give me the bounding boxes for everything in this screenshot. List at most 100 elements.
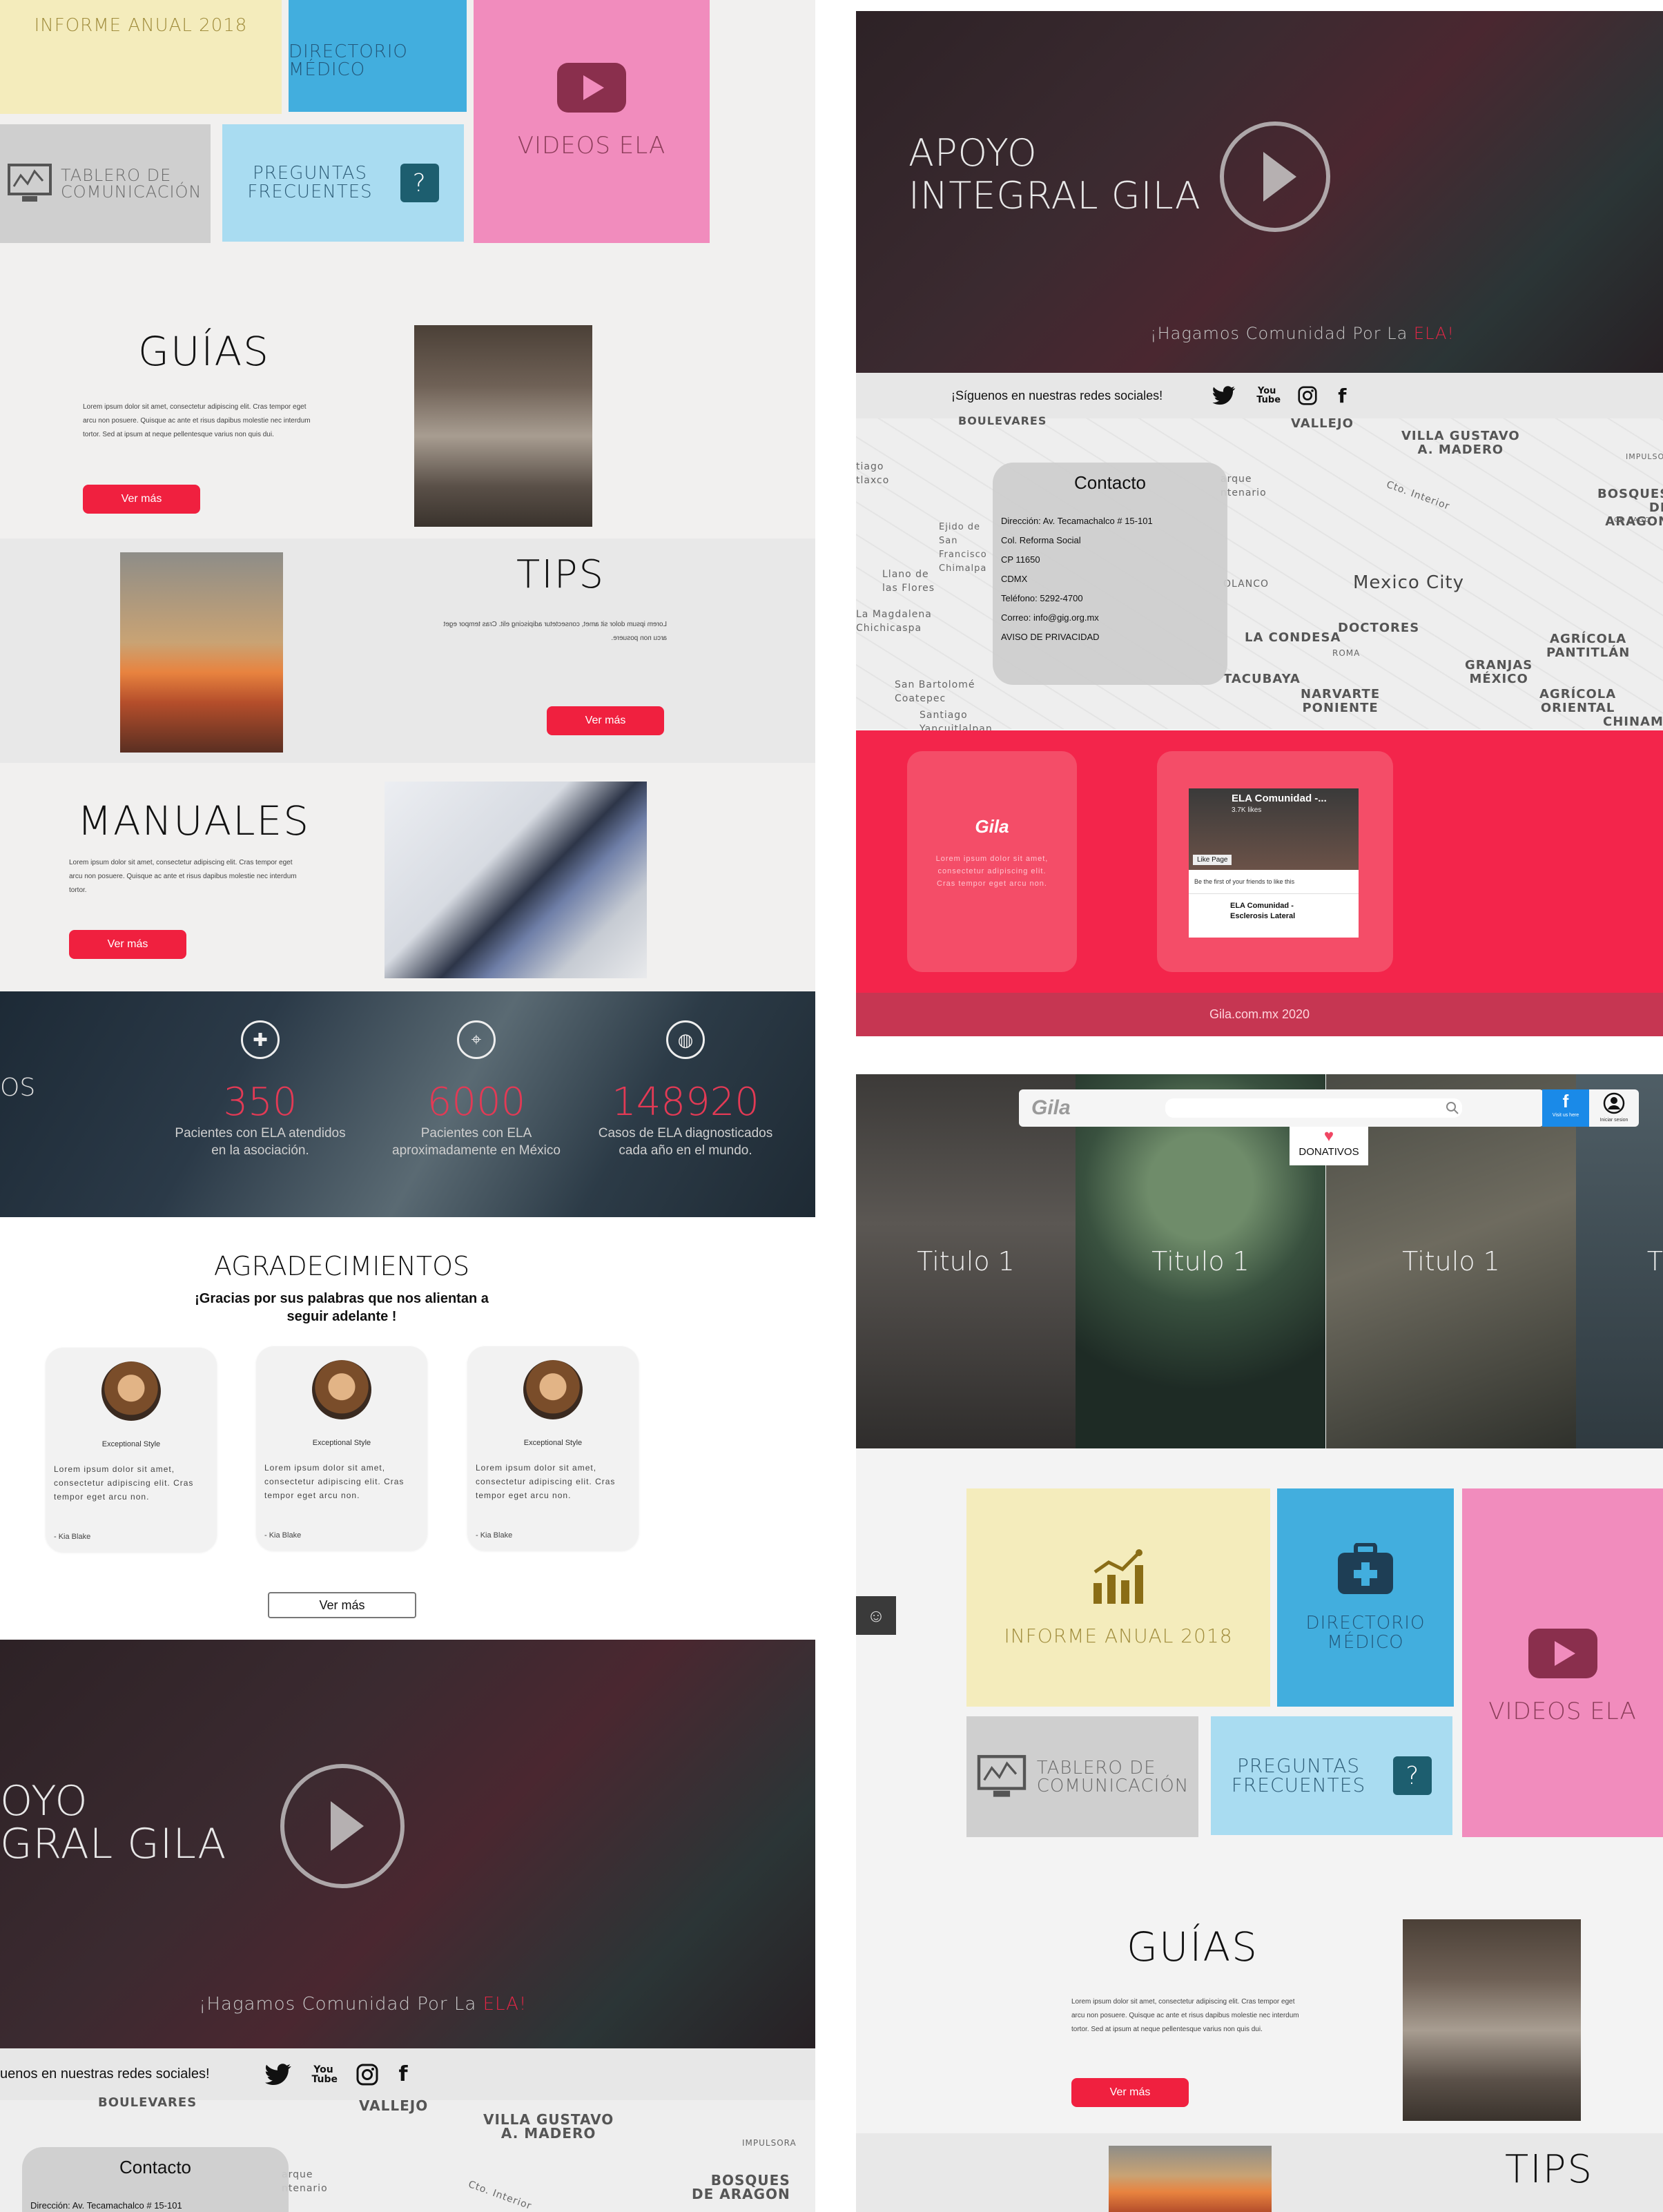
- left-page-panel: INFORME ANUAL 2018 DIRECTORIO MÉDICO VID…: [0, 0, 815, 2212]
- testimonial-author: - Kia Blake: [54, 1533, 91, 1541]
- search-icon[interactable]: [1446, 1101, 1459, 1115]
- twitter-icon[interactable]: [264, 2063, 291, 2086]
- videos-ela-label: VIDEOS ELA: [1488, 1697, 1637, 1725]
- tablero-label-line1: TABLERO DE: [1036, 1757, 1156, 1778]
- map-label: IMPULSORA: [1626, 452, 1663, 461]
- facebook-icon[interactable]: f: [1338, 385, 1346, 407]
- donativos-label: DONATIVOS: [1299, 1146, 1359, 1158]
- guias-text: Lorem ipsum dolor sit amet, consectetur …: [1071, 1998, 1299, 2033]
- twitter-icon[interactable]: [1212, 386, 1236, 405]
- gila-logo: Gila: [975, 816, 1009, 837]
- accessibility-robot-icon[interactable]: ☺: [856, 1596, 896, 1635]
- testimonial-author: - Kia Blake: [476, 1531, 513, 1540]
- informe-anual-label: INFORME ANUAL 2018: [34, 15, 248, 36]
- tablero-comunicacion-tile[interactable]: TABLERO DE COMUNICACIÓN: [0, 124, 211, 243]
- privacy-link[interactable]: AVISO DE PRIVACIDAD: [1001, 628, 1219, 647]
- guias-ver-mas-button[interactable]: Ver más: [83, 485, 200, 514]
- map-label: La Magdalena Chichicaspa: [856, 609, 932, 634]
- instagram-icon[interactable]: [356, 2064, 378, 2086]
- monitor-chart-icon: [8, 164, 52, 202]
- footer-about-card: Gila Lorem ipsum dolor sit amet, consect…: [907, 751, 1077, 972]
- testimonial-card: Exceptional Style Lorem ipsum dolor sit …: [46, 1348, 217, 1552]
- contact-email[interactable]: Correo: info@gig.org.mx: [1001, 608, 1219, 628]
- testimonial-name: Exceptional Style: [523, 1439, 583, 1447]
- map-label: CHINAM: [1603, 715, 1663, 729]
- question-icon: ?: [400, 164, 439, 202]
- site-header: Gila: [1019, 1089, 1544, 1127]
- videos-ela-tile[interactable]: VIDEOS ELA: [1462, 1488, 1663, 1837]
- youtube-icon[interactable]: You Tube: [1256, 387, 1281, 405]
- user-login-button[interactable]: Iniciar sesion: [1589, 1089, 1639, 1127]
- testimonial-card: Exceptional Style Lorem ipsum dolor sit …: [467, 1346, 639, 1551]
- guias-ver-mas-button[interactable]: Ver más: [1071, 2078, 1189, 2107]
- preguntas-frecuentes-tile[interactable]: PREGUNTAS FRECUENTES ?: [1211, 1716, 1452, 1835]
- globe-icon: ◍: [666, 1020, 705, 1059]
- instagram-icon[interactable]: [1298, 386, 1317, 405]
- guias-title: GUÍAS: [138, 328, 270, 375]
- directorio-label-line2: MÉDICO: [289, 59, 366, 80]
- tablero-comunicacion-tile[interactable]: TABLERO DE COMUNICACIÓN: [966, 1716, 1198, 1837]
- agradecimientos-title: AGRADECIMIENTOS: [213, 1251, 470, 1281]
- testimonial-text: Lorem ipsum dolor sit amet, consectetur …: [476, 1463, 616, 1500]
- map-label: DOCTORES: [1338, 621, 1420, 635]
- contact-title: Contacto: [119, 2157, 192, 2177]
- preguntas-label-line2: FRECUENTES: [247, 182, 373, 202]
- map-label: GRANJAS MÉXICO: [1465, 658, 1533, 686]
- tips-ver-mas-button[interactable]: Ver más: [547, 706, 664, 735]
- carousel-slide[interactable]: Titulo 1: [1076, 1074, 1325, 1448]
- avatar: [312, 1360, 371, 1419]
- videos-ela-label: VIDEOS ELA: [517, 132, 666, 159]
- videos-ela-tile[interactable]: VIDEOS ELA: [474, 0, 710, 243]
- right-top-panel: APOYO INTEGRAL GILA ¡Hagamos Comunidad P…: [856, 11, 1663, 1036]
- stats-cut-label: OS: [0, 1074, 36, 1102]
- search-input[interactable]: [1165, 1098, 1462, 1118]
- map-label: arque ntenario: [282, 2169, 328, 2194]
- facebook-header-button[interactable]: f Visit us here: [1542, 1089, 1589, 1127]
- facebook-caption: Visit us here: [1552, 1113, 1579, 1118]
- stat-pacientes-atendidos: ✚ 350 Pacientes con ELA atendidos en la a…: [160, 1020, 360, 1159]
- map-label: San Bartolomé Coatepec: [895, 679, 975, 704]
- stat-label: Pacientes con ELA atendidos en la asociac…: [175, 1126, 346, 1158]
- informe-anual-tile[interactable]: INFORME ANUAL 2018: [966, 1488, 1270, 1707]
- map-label: LA CONDESA: [1245, 630, 1341, 645]
- map-label: BOSQUESDE ARAGON: [692, 2172, 790, 2202]
- play-icon[interactable]: [1220, 122, 1330, 232]
- apoyo-integral-title: APOYO INTEGRAL GILA: [908, 131, 1201, 217]
- directorio-label-line2: MÉDICO: [1327, 1632, 1404, 1653]
- youtube-icon[interactable]: You Tube: [312, 2065, 338, 2084]
- map-label: VILLA GUSTAVO A. MADERO: [483, 2111, 614, 2142]
- map-label: IMPULSORA: [742, 2138, 797, 2148]
- informe-anual-label: INFORME ANUAL 2018: [1004, 1624, 1233, 1647]
- directorio-medico-tile[interactable]: DIRECTORIO MÉDICO: [1277, 1488, 1454, 1707]
- carousel-slide[interactable]: Titulo 1: [856, 1074, 1076, 1448]
- map-label: ROMA: [1332, 648, 1361, 658]
- bar-chart-icon: [1093, 1549, 1143, 1604]
- facebook-widget[interactable]: ELA Comunidad -... 3.7K likes Like Page …: [1189, 788, 1359, 938]
- preguntas-frecuentes-tile[interactable]: PREGUNTAS FRECUENTES ?: [222, 124, 464, 242]
- donativos-button[interactable]: ♥ DONATIVOS: [1290, 1127, 1368, 1165]
- informe-anual-tile[interactable]: INFORME ANUAL 2018: [0, 0, 282, 114]
- avatar: [101, 1361, 161, 1421]
- gila-logo[interactable]: Gila: [1031, 1096, 1071, 1120]
- facebook-icon[interactable]: f: [399, 2062, 408, 2086]
- tips-text: Lorem ipsum dolor sit amet, consectetur …: [443, 621, 667, 642]
- manuales-text: Lorem ipsum dolor sit amet, consectetur …: [69, 859, 297, 894]
- preguntas-label-line1: PREGUNTAS: [253, 163, 367, 184]
- manuales-ver-mas-button[interactable]: Ver más: [69, 930, 186, 959]
- tablero-label-line1: TABLERO DE: [61, 166, 172, 185]
- slogan: ¡Hagamos Comunidad Por La ELA!: [1150, 324, 1455, 343]
- map-label: Llano de las Flores: [882, 569, 935, 594]
- facebook-like-button[interactable]: Like Page: [1193, 855, 1232, 865]
- preguntas-label-line1: PREGUNTAS: [1236, 1754, 1360, 1777]
- avatar: [523, 1360, 583, 1419]
- directorio-medico-tile[interactable]: DIRECTORIO MÉDICO: [289, 0, 467, 112]
- social-bar: uenos en nuestras redes sociales! You Tu…: [0, 2048, 815, 2100]
- contact-cp: CP 11650: [1001, 554, 1040, 565]
- carousel-slide[interactable]: T: [1576, 1074, 1663, 1448]
- facebook-likes: 3.7K likes: [1232, 806, 1262, 814]
- play-icon[interactable]: [280, 1764, 405, 1888]
- agradecimientos-ver-mas-button[interactable]: Ver más: [268, 1592, 416, 1618]
- testimonial-name: Exceptional Style: [101, 1440, 161, 1448]
- slogan: ¡Hagamos Comunidad Por La ELA!: [199, 1994, 527, 2015]
- map-label: VALLEJO: [359, 2097, 429, 2114]
